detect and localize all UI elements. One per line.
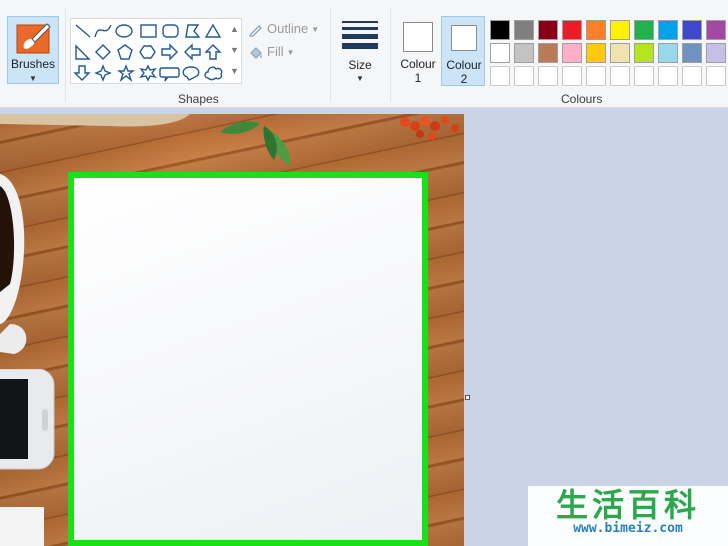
ribbon: Brushes ▼ ▲ ▼ ▼ Outline ▼ Fill ▼ Shapes … [0,0,728,108]
polygon-shape-icon[interactable] [185,24,201,38]
palette-swatch[interactable] [490,20,510,40]
palette-swatch[interactable] [658,20,678,40]
fill-button[interactable]: Fill ▼ [248,44,295,60]
oval-shape-icon[interactable] [115,24,133,38]
palette-swatch[interactable] [538,43,558,63]
palette-swatch[interactable] [634,20,654,40]
custom-colour-slot[interactable] [562,66,582,86]
scroll-up-icon[interactable]: ▲ [230,24,239,34]
colour2-button[interactable]: Colour 2 [441,16,485,86]
watermark: 生活百科 www.bimeiz.com [528,486,728,546]
down-arrow-shape-icon[interactable] [73,65,91,81]
palette-swatch[interactable] [562,43,582,63]
colour2-swatch [451,25,477,51]
palette-swatch[interactable] [610,20,630,40]
watermark-title: 生活百科 [555,486,700,524]
outline-button[interactable]: Outline ▼ [248,21,319,37]
curve-shape-icon[interactable] [94,24,112,38]
pentagon-shape-icon[interactable] [117,44,133,60]
five-point-star-shape-icon[interactable] [116,64,136,83]
brushes-button[interactable]: Brushes ▼ [7,16,59,84]
wooden-board [0,114,190,127]
palette-swatch[interactable] [682,43,702,63]
colour1-label: Colour [400,57,436,71]
palette-swatch[interactable] [634,43,654,63]
palette-swatch[interactable] [706,20,726,40]
shapes-group-label: Shapes [178,92,219,106]
palette-swatch[interactable] [538,20,558,40]
palette-swatch[interactable] [490,43,510,63]
separator [330,8,331,102]
custom-colour-slot[interactable] [514,66,534,86]
watermark-url: www.bimeiz.com [573,521,683,536]
brushes-dropdown-icon: ▼ [29,74,37,83]
rounded-rectangle-shape-icon[interactable] [162,24,179,38]
custom-colour-slot[interactable] [586,66,606,86]
brushes-label: Brushes [10,57,56,71]
palette-swatch[interactable] [706,43,726,63]
palette-swatch[interactable] [658,43,678,63]
notepad-corner [0,507,44,546]
size-dropdown-icon: ▼ [356,74,364,83]
triangle-shape-icon[interactable] [204,23,222,38]
fill-bucket-icon [250,46,262,59]
colour2-label: Colour [446,58,482,72]
size-button[interactable]: Size ▼ [336,16,384,86]
custom-colour-slot[interactable] [610,66,630,86]
colour1-number: 1 [414,71,422,85]
six-point-star-shape-icon[interactable] [139,64,157,82]
white-paper-frame[interactable] [68,172,428,546]
outline-label: Outline [267,21,309,36]
diamond-shape-icon[interactable] [95,44,111,60]
custom-colour-slot[interactable] [490,66,510,86]
palette-swatch[interactable] [586,20,606,40]
separator [390,8,391,102]
size-label: Size [348,58,372,72]
colour1-button[interactable]: Colour 1 [396,16,440,86]
paper-surface [74,178,422,540]
custom-colour-slot[interactable] [706,66,726,86]
shapes-gallery[interactable] [70,18,242,84]
brush-icon [16,23,51,54]
palette-swatch[interactable] [514,20,534,40]
outline-dropdown-icon: ▼ [311,25,320,35]
custom-colour-slot[interactable] [682,66,702,86]
hexagon-shape-icon[interactable] [139,45,156,59]
palette-swatch[interactable] [586,43,606,63]
fill-dropdown-icon: ▼ [286,48,295,58]
expand-gallery-icon[interactable]: ▼ [230,66,239,76]
fill-label: Fill [267,44,284,59]
cloud-callout-shape-icon[interactable] [204,66,223,81]
up-arrow-shape-icon[interactable] [204,44,222,60]
palette-swatch[interactable] [514,43,534,63]
shapes-gallery-scrollbar[interactable]: ▲ ▼ ▼ [228,18,241,84]
canvas-resize-handle[interactable] [465,395,470,400]
right-arrow-shape-icon[interactable] [161,43,178,61]
rounded-callout-shape-icon[interactable] [159,67,180,82]
right-triangle-shape-icon[interactable] [75,44,91,60]
left-arrow-shape-icon[interactable] [184,43,201,61]
colours-group-label: Colours [561,92,603,106]
four-point-star-shape-icon[interactable] [94,64,112,82]
berries-decoration [400,116,459,140]
custom-colour-slot[interactable] [658,66,678,86]
scroll-down-icon[interactable]: ▼ [230,45,239,55]
colour1-swatch [403,22,433,52]
palette-swatch[interactable] [562,20,582,40]
rectangle-shape-icon[interactable] [140,24,157,38]
smartphone [0,369,55,470]
line-shape-icon[interactable] [75,24,91,38]
leaf-decoration [220,121,291,166]
palette-swatch[interactable] [610,43,630,63]
oval-callout-shape-icon[interactable] [182,66,200,81]
outline-pen-icon [248,24,262,37]
palette-swatch[interactable] [682,20,702,40]
custom-colour-slot[interactable] [538,66,558,86]
custom-colour-slot[interactable] [634,66,654,86]
colour2-number: 2 [460,72,468,86]
separator [65,8,66,102]
